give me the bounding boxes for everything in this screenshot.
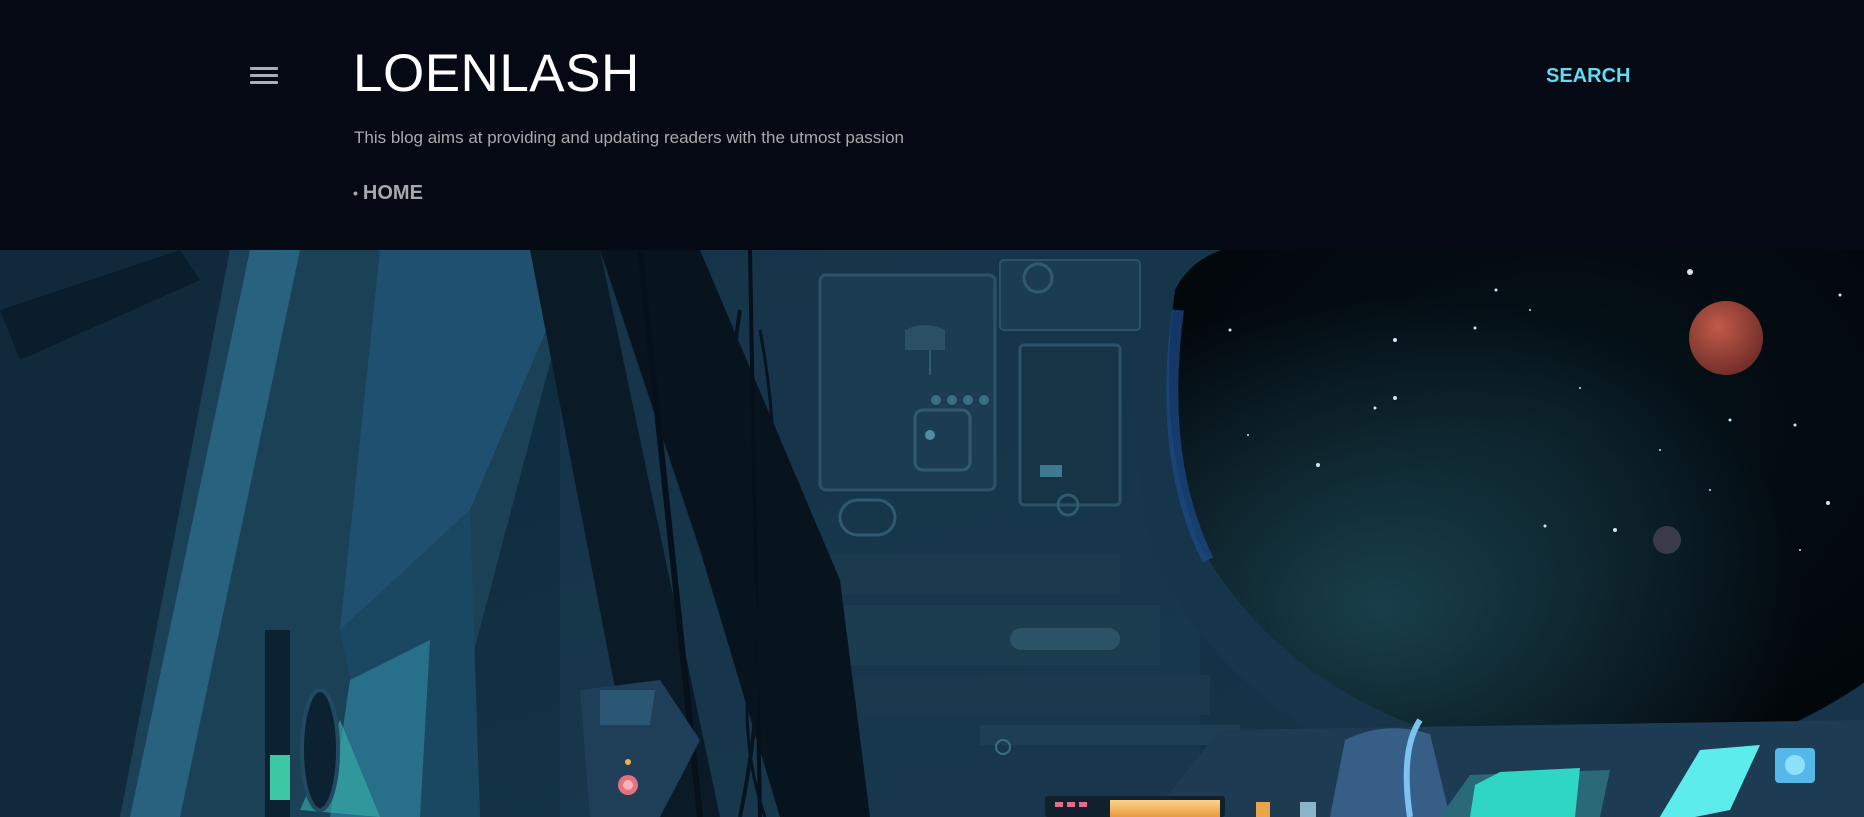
spaceship-cockpit-illustration [0,250,1864,817]
nav-bullet: • [353,185,358,201]
search-button[interactable]: SEARCH [1546,64,1630,88]
blog-header: LOENLASH This blog aims at providing and… [0,0,1864,250]
hamburger-menu-icon[interactable] [248,63,280,89]
hero-image [0,250,1864,817]
page-nav: • HOME [353,181,423,205]
nav-item-home[interactable]: HOME [363,181,423,205]
blog-title[interactable]: LOENLASH [353,42,640,106]
blog-description: This blog aims at providing and updating… [354,128,904,147]
